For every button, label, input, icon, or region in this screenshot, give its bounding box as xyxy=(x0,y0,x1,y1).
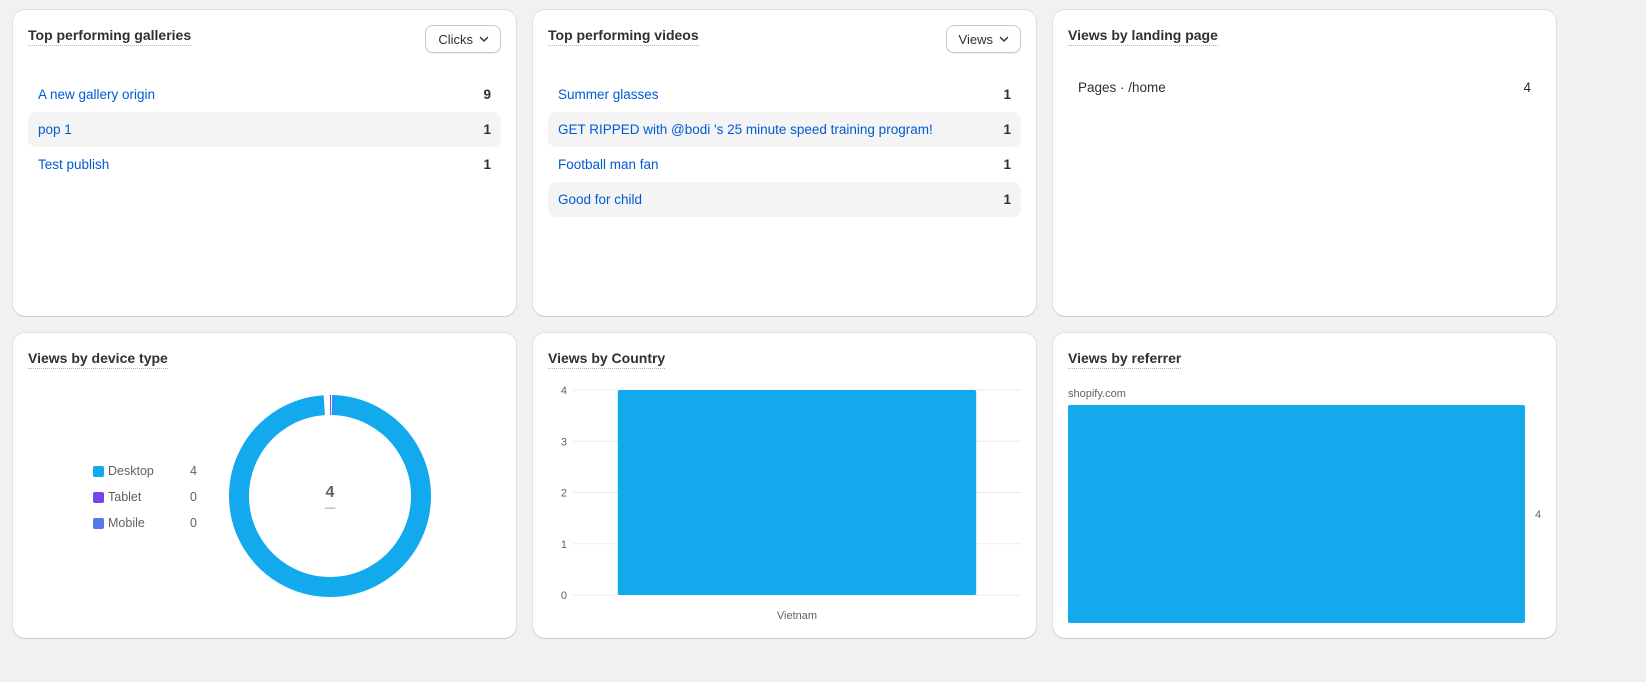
video-link[interactable]: Football man fan xyxy=(558,157,659,172)
video-link[interactable]: Summer glasses xyxy=(558,87,659,102)
list-item: pop 1 1 xyxy=(28,112,501,147)
list-item: Football man fan 1 xyxy=(548,147,1021,182)
videos-list: Summer glasses 1 GET RIPPED with @bodi '… xyxy=(548,77,1021,217)
galleries-card: Top performing galleries Clicks A new ga… xyxy=(13,10,516,316)
list-item: Test publish 1 xyxy=(28,147,501,182)
landing-page-count: 4 xyxy=(1523,80,1531,95)
y-tick-label: 3 xyxy=(561,436,567,448)
bar-value-label: 4 xyxy=(1535,509,1541,521)
donut-total-sub: — xyxy=(325,502,336,514)
videos-sort-label: Views xyxy=(958,31,993,47)
device-title: Views by device type xyxy=(28,349,168,369)
galleries-sort-dropdown[interactable]: Clicks xyxy=(425,25,501,53)
gallery-link[interactable]: pop 1 xyxy=(38,122,72,137)
chevron-down-icon xyxy=(999,36,1009,42)
legend-value: 0 xyxy=(190,516,197,530)
video-count: 1 xyxy=(1003,122,1011,137)
legend-swatch xyxy=(93,465,104,477)
list-item: Summer glasses 1 xyxy=(548,77,1021,112)
device-card: Views by device type Desktop 4 Tablet 0 … xyxy=(13,333,516,638)
bar-vietnam[interactable] xyxy=(617,390,977,595)
videos-sort-dropdown[interactable]: Views xyxy=(945,25,1021,53)
list-item: Pages · /home 4 xyxy=(1078,80,1531,95)
y-tick-label: 0 xyxy=(561,590,567,602)
legend-item-tablet[interactable]: Tablet 0 xyxy=(93,484,197,510)
bar-shopify-com[interactable] xyxy=(1068,405,1525,623)
landing-page-label: Pages · /home xyxy=(1078,80,1166,95)
legend-label: Desktop xyxy=(108,464,154,478)
referrer-card: Views by referrer shopify.com 4 xyxy=(1053,333,1556,638)
legend-value: 4 xyxy=(190,464,197,478)
landing-title: Views by landing page xyxy=(1068,26,1218,46)
gallery-link[interactable]: A new gallery origin xyxy=(38,87,155,102)
y-tick-label: 1 xyxy=(561,539,567,551)
referrer-category-label: shopify.com xyxy=(1068,388,1126,400)
landing-card: Views by landing page Pages · /home 4 xyxy=(1053,10,1556,316)
video-count: 1 xyxy=(1003,192,1011,207)
donut-total: 4 xyxy=(326,484,335,501)
referrer-bar-chart: shopify.com 4 xyxy=(1068,388,1541,623)
legend-item-desktop[interactable]: Desktop 4 xyxy=(93,458,197,484)
list-item: Good for child 1 xyxy=(548,182,1021,217)
gallery-count: 1 xyxy=(483,157,491,172)
country-bar-chart: 0 1 2 3 4 Vietnam xyxy=(561,385,1021,622)
y-tick-label: 2 xyxy=(561,488,567,500)
legend-label: Tablet xyxy=(108,490,142,504)
country-title: Views by Country xyxy=(548,349,666,369)
gallery-count: 1 xyxy=(483,122,491,137)
list-item: A new gallery origin 9 xyxy=(28,77,501,112)
galleries-title: Top performing galleries xyxy=(28,26,192,46)
legend-swatch xyxy=(93,517,104,529)
y-tick-label: 4 xyxy=(561,385,567,397)
legend-label: Mobile xyxy=(108,516,145,530)
device-donut-chart: 4 — xyxy=(229,395,431,597)
list-item: GET RIPPED with @bodi 's 25 minute speed… xyxy=(548,112,1021,147)
gallery-link[interactable]: Test publish xyxy=(38,157,109,172)
video-count: 1 xyxy=(1003,87,1011,102)
galleries-sort-label: Clicks xyxy=(438,31,473,47)
legend-item-mobile[interactable]: Mobile 0 xyxy=(93,510,197,536)
country-card: Views by Country 0 1 2 3 4 Vietnam xyxy=(533,333,1036,638)
chevron-down-icon xyxy=(479,36,489,42)
legend-value: 0 xyxy=(190,490,197,504)
video-link[interactable]: GET RIPPED with @bodi 's 25 minute speed… xyxy=(558,122,933,137)
gallery-count: 9 xyxy=(483,87,491,102)
galleries-list: A new gallery origin 9 pop 1 1 Test publ… xyxy=(28,77,501,182)
videos-card: Top performing videos Views Summer glass… xyxy=(533,10,1036,316)
x-tick-label: Vietnam xyxy=(777,610,817,622)
referrer-title: Views by referrer xyxy=(1068,349,1182,369)
legend-swatch xyxy=(93,491,104,503)
device-legend: Desktop 4 Tablet 0 Mobile 0 xyxy=(93,458,197,536)
video-link[interactable]: Good for child xyxy=(558,192,642,207)
video-count: 1 xyxy=(1003,157,1011,172)
videos-title: Top performing videos xyxy=(548,26,699,46)
